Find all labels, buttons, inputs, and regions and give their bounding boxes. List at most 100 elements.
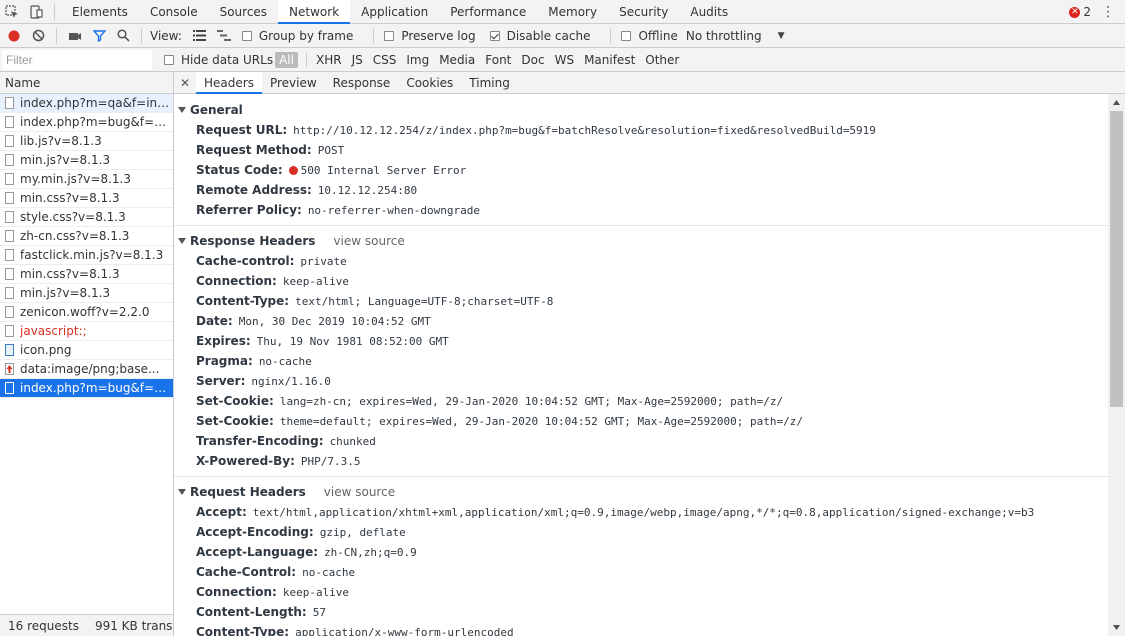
large-rows-icon[interactable]: [188, 24, 212, 48]
expand-triangle-icon[interactable]: [178, 489, 186, 495]
filter-type-js[interactable]: JS: [347, 53, 368, 67]
detail-tab-headers[interactable]: Headers: [196, 72, 262, 94]
request-section-header[interactable]: Request Headers view source: [174, 482, 1108, 502]
filter-type-ws[interactable]: WS: [550, 53, 579, 67]
group-by-frame-checkbox[interactable]: [241, 30, 252, 41]
search-icon[interactable]: [111, 24, 135, 48]
request-row[interactable]: min.css?v=8.1.3: [0, 189, 173, 208]
general-section: General Request URL: http://10.12.12.254/z…: [174, 100, 1108, 226]
header-value: Thu, 19 Nov 1981 08:52:00 GMT: [256, 335, 449, 348]
request-name: style.css?v=8.1.3: [20, 209, 126, 224]
filter-type-media[interactable]: Media: [434, 53, 480, 67]
filter-icon[interactable]: [87, 24, 111, 48]
scrollbar-thumb[interactable]: [1110, 111, 1123, 407]
scroll-down-arrow-icon[interactable]: [1108, 619, 1125, 636]
request-row[interactable]: index.php?m=bug&f=bro...: [0, 113, 173, 132]
tab-network[interactable]: Network: [278, 0, 351, 24]
offline-label: Offline: [638, 28, 678, 43]
request-row[interactable]: icon.png: [0, 341, 173, 360]
header-name: Set-Cookie:: [196, 394, 274, 408]
response-section: Response Headers view source Cache-control…: [174, 231, 1108, 477]
filter-type-doc[interactable]: Doc: [516, 53, 549, 67]
expand-triangle-icon[interactable]: [178, 107, 186, 113]
request-row[interactable]: data:image/png;base...: [0, 360, 173, 379]
header-value: lang=zh-cn; expires=Wed, 29-Jan-2020 10:…: [279, 395, 784, 408]
tab-memory[interactable]: Memory: [537, 0, 608, 24]
clear-icon[interactable]: [26, 24, 50, 48]
tab-application[interactable]: Application: [350, 0, 439, 24]
filter-type-css[interactable]: CSS: [368, 53, 402, 67]
filter-type-other[interactable]: Other: [640, 53, 684, 67]
detail-tab-response[interactable]: Response: [325, 72, 399, 94]
group-by-frame-option[interactable]: Group by frame: [241, 29, 353, 43]
view-source-link[interactable]: view source: [333, 234, 404, 248]
header-name: Date:: [196, 314, 233, 328]
request-row[interactable]: min.js?v=8.1.3: [0, 284, 173, 303]
disable-cache-option[interactable]: Disable cache: [489, 29, 590, 43]
tab-elements[interactable]: Elements: [61, 0, 139, 24]
tab-console[interactable]: Console: [139, 0, 209, 24]
vertical-scrollbar[interactable]: [1108, 94, 1125, 636]
offline-option[interactable]: Offline: [621, 28, 678, 43]
filter-type-font[interactable]: Font: [480, 53, 516, 67]
request-row[interactable]: min.css?v=8.1.3: [0, 265, 173, 284]
header-row: Set-Cookie: theme=default; expires=Wed, 2…: [174, 411, 1108, 431]
device-toolbar-icon[interactable]: [24, 0, 48, 24]
request-row[interactable]: fastclick.min.js?v=8.1.3: [0, 246, 173, 265]
hide-data-urls-option[interactable]: Hide data URLs: [164, 53, 273, 67]
response-section-header[interactable]: Response Headers view source: [174, 231, 1108, 251]
header-row: X-Powered-By: PHP/7.3.5: [174, 451, 1108, 471]
hide-data-urls-checkbox[interactable]: [164, 54, 174, 65]
filter-type-img[interactable]: Img: [401, 53, 434, 67]
detail-tab-cookies[interactable]: Cookies: [398, 72, 461, 94]
detail-tab-timing[interactable]: Timing: [461, 72, 518, 94]
tab-audits[interactable]: Audits: [679, 0, 739, 24]
record-icon[interactable]: [2, 24, 26, 48]
filter-input[interactable]: [2, 49, 152, 70]
request-row[interactable]: style.css?v=8.1.3: [0, 208, 173, 227]
header-name: X-Powered-By:: [196, 454, 295, 468]
capture-screenshots-icon[interactable]: [63, 24, 87, 48]
general-section-header[interactable]: General: [174, 100, 1108, 120]
inspect-element-icon[interactable]: [0, 0, 24, 24]
request-row[interactable]: index.php?m=bug&f=bat...: [0, 379, 173, 398]
more-options-icon[interactable]: ⋮: [1101, 0, 1115, 24]
request-row[interactable]: lib.js?v=8.1.3: [0, 132, 173, 151]
document-file-icon: [5, 249, 14, 261]
error-count-badge[interactable]: ✕ 2: [1069, 0, 1091, 24]
waterfall-icon[interactable]: [212, 24, 236, 48]
document-file-icon: [5, 382, 14, 394]
view-source-link[interactable]: view source: [324, 485, 395, 499]
header-row: Accept-Encoding: gzip, deflate: [174, 522, 1108, 542]
header-name: Status Code:: [196, 163, 283, 177]
filter-type-manifest[interactable]: Manifest: [579, 53, 640, 67]
filter-type-xhr[interactable]: XHR: [311, 53, 347, 67]
preserve-log-checkbox[interactable]: [384, 30, 395, 41]
scroll-up-arrow-icon[interactable]: [1108, 94, 1125, 111]
expand-triangle-icon[interactable]: [178, 238, 186, 244]
request-row[interactable]: zenicon.woff?v=2.2.0: [0, 303, 173, 322]
document-file-icon: [5, 173, 14, 185]
throttling-select[interactable]: No throttling ▼: [686, 29, 785, 43]
request-row[interactable]: my.min.js?v=8.1.3: [0, 170, 173, 189]
offline-checkbox[interactable]: [621, 30, 632, 41]
filter-type-all[interactable]: All: [275, 51, 298, 68]
header-name: Request Method:: [196, 143, 312, 157]
divider: [141, 27, 142, 44]
detail-tab-preview[interactable]: Preview: [262, 72, 325, 94]
request-count: 16 requests: [8, 618, 79, 633]
header-name: Remote Address:: [196, 183, 312, 197]
tab-sources[interactable]: Sources: [209, 0, 278, 24]
request-row[interactable]: index.php?m=qa&f=index: [0, 94, 173, 113]
request-name: data:image/png;base...: [20, 361, 160, 376]
name-column-header[interactable]: Name: [0, 72, 173, 94]
preserve-log-option[interactable]: Preserve log: [384, 29, 476, 43]
header-value: PHP/7.3.5: [300, 455, 361, 468]
tab-performance[interactable]: Performance: [439, 0, 537, 24]
request-row[interactable]: zh-cn.css?v=8.1.3: [0, 227, 173, 246]
close-icon[interactable]: ✕: [174, 76, 196, 90]
request-row[interactable]: min.js?v=8.1.3: [0, 151, 173, 170]
disable-cache-checkbox[interactable]: [489, 30, 500, 41]
tab-security[interactable]: Security: [608, 0, 679, 24]
request-row[interactable]: javascript:;: [0, 322, 173, 341]
